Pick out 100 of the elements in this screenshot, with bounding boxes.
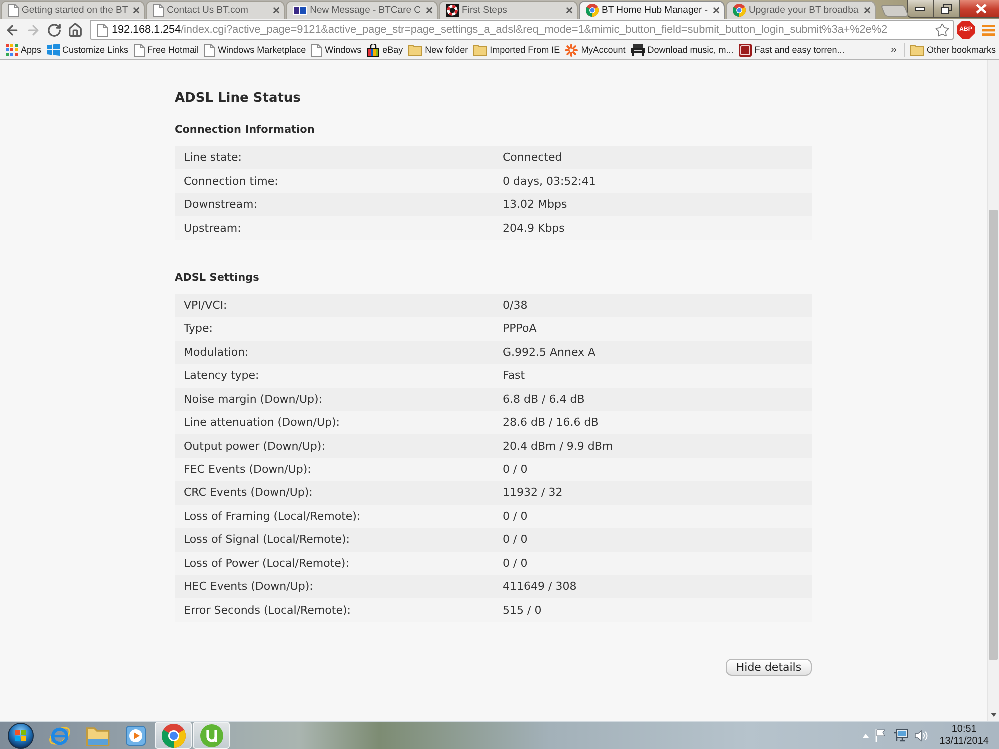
close-icon[interactable] — [133, 7, 140, 14]
close-icon[interactable] — [273, 7, 280, 14]
bookmark-folder[interactable]: Imported From IE — [471, 42, 562, 58]
scroll-down-icon[interactable] — [990, 713, 996, 717]
row-value: 411649 / 308 — [503, 575, 812, 598]
shopping-bag-icon — [366, 44, 380, 56]
browser-tab[interactable]: New Message - BTCare C — [286, 1, 438, 19]
apps-grid-icon — [6, 44, 18, 56]
circle-logo-icon — [200, 724, 224, 748]
clock-date[interactable]: 13/11/2014 — [940, 736, 989, 748]
browser-tab[interactable]: BT Home Hub Manager - — [579, 1, 725, 19]
row-value: 20.4 dBm / 9.9 dBm — [503, 434, 812, 458]
page-icon — [8, 4, 19, 17]
scrollbar-thumb[interactable] — [989, 210, 998, 660]
row-value: 0 / 0 — [503, 528, 812, 552]
starburst-icon — [565, 44, 578, 56]
flag-icon[interactable] — [874, 729, 888, 742]
scrollbar[interactable] — [987, 60, 999, 721]
forward-arrow-icon — [26, 22, 41, 38]
page-icon — [153, 4, 164, 17]
minimize-button[interactable] — [906, 0, 934, 18]
folder-icon — [910, 44, 924, 56]
speaker-icon[interactable] — [914, 730, 928, 742]
minimize-icon — [915, 6, 926, 10]
browser-taskbar-button[interactable] — [155, 722, 192, 749]
row-value: 13.02 Mbps — [503, 192, 812, 216]
close-icon — [976, 4, 987, 14]
browser-tab[interactable]: Getting started on the BT — [1, 1, 146, 19]
new-tab-button[interactable] — [880, 5, 910, 17]
bookmark-folder[interactable]: Other bookmarks — [908, 42, 998, 58]
site-logo-icon — [293, 6, 308, 15]
hide-details-button[interactable]: Hide details — [726, 658, 812, 676]
menu-icon — [982, 24, 994, 36]
more-bookmarks-button[interactable]: » — [888, 42, 900, 58]
page-icon — [204, 44, 216, 56]
section-heading: ADSL Settings — [175, 270, 260, 285]
bookmark-link[interactable]: eBay — [364, 42, 406, 58]
bookmark-link[interactable]: Customize Links — [44, 42, 131, 58]
start-orb-icon — [8, 722, 34, 748]
clock-time[interactable]: 10:51 — [952, 724, 977, 736]
restore-icon — [940, 4, 952, 14]
url-text[interactable]: 192.168.1.254/index.cgi?active_page=9121&active_page_str=page_settings_a_adsl&req_mode=1&mimic_button_field=submit_button_login_submit%3a+%2e%2 — [112, 24, 931, 36]
lifebuoy-icon — [446, 4, 460, 17]
round-logo-icon — [586, 4, 600, 17]
close-button[interactable] — [960, 0, 999, 18]
row-value: Connected — [503, 146, 812, 170]
browser-tab[interactable]: First Steps — [439, 1, 578, 19]
folder-icon — [473, 44, 488, 56]
bookmark-link[interactable]: Download music, m... — [628, 42, 736, 58]
bookmark-link[interactable]: Apps — [4, 42, 44, 58]
folder-icon — [86, 726, 110, 746]
page-icon — [134, 44, 145, 56]
four-squares-icon — [46, 44, 60, 56]
page-icon — [97, 24, 108, 36]
network-icon[interactable] — [894, 729, 909, 742]
row-value: 11932 / 32 — [503, 481, 812, 505]
row-label: CRC Events (Down/Up): — [175, 481, 503, 505]
tab-title: Upgrade your BT broadba — [748, 5, 860, 16]
close-icon[interactable] — [864, 7, 871, 14]
address-field[interactable]: 192.168.1.254/index.cgi?active_page=9121&active_page_str=page_settings_a_adsl&req_mode=1&mimic_button_field=submit_button_login_submit%3a+%2e%2 — [90, 20, 954, 40]
site-logo-icon — [738, 44, 752, 56]
row-label: Loss of Signal (Local/Remote): — [175, 528, 503, 552]
bookmark-link[interactable]: Fast and easy torren... — [736, 42, 847, 58]
row-label: Noise margin (Down/Up): — [175, 388, 503, 411]
home-icon — [68, 22, 83, 38]
row-label: Modulation: — [175, 340, 503, 364]
app-taskbar-button[interactable] — [193, 722, 230, 749]
device-icon — [630, 44, 645, 56]
tab-title: Getting started on the BT — [22, 5, 130, 16]
bookmark-link[interactable]: Windows Marketplace — [202, 42, 308, 58]
row-label: Line state: — [175, 146, 503, 170]
tab-title: New Message - BTCare C — [310, 5, 422, 16]
close-icon[interactable] — [566, 7, 574, 14]
close-icon[interactable] — [426, 7, 434, 14]
tab-title: Contact Us BT.com — [167, 5, 250, 16]
row-label: Output power (Down/Up): — [175, 434, 503, 458]
page-icon — [311, 44, 322, 56]
row-value: G.992.5 Annex A — [503, 340, 812, 364]
bookmark-link[interactable]: MyAccount — [563, 42, 628, 58]
browser-tab[interactable]: Contact Us BT.com — [146, 1, 286, 19]
bookmark-link[interactable]: Windows — [309, 42, 364, 58]
page-title: ADSL Line Status — [175, 91, 302, 107]
restore-button[interactable] — [934, 0, 960, 18]
section-heading: Connection Information — [175, 123, 316, 137]
row-value: 0/38 — [503, 294, 812, 318]
bookmark-folder[interactable]: New folder — [406, 42, 470, 58]
row-value: 6.8 dB / 6.4 dB — [503, 388, 812, 411]
close-icon[interactable] — [712, 7, 720, 14]
bookmark-star-icon[interactable] — [935, 22, 950, 38]
browser-tab[interactable]: Upgrade your BT broadba — [726, 1, 876, 19]
row-label: Downstream: — [175, 192, 503, 216]
reload-icon — [47, 22, 62, 38]
round-logo-icon — [162, 724, 186, 748]
tab-title: First Steps — [462, 5, 508, 16]
play-icon — [126, 726, 146, 746]
row-label: HEC Events (Down/Up): — [175, 575, 503, 598]
tab-title: BT Home Hub Manager - — [602, 5, 709, 16]
row-label: VPI/VCI: — [175, 294, 503, 318]
round-logo-icon — [732, 4, 746, 17]
bookmark-link[interactable]: Free Hotmail — [132, 42, 202, 58]
